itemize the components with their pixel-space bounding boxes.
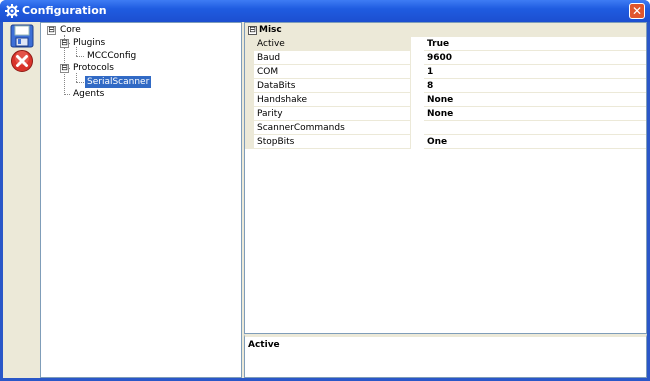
tree-connector — [76, 82, 84, 83]
property-row-databits[interactable]: DataBits 8 — [245, 79, 646, 93]
property-name: Baud — [245, 51, 411, 65]
category-toggle[interactable]: ⊟ — [248, 26, 257, 35]
property-gutter — [245, 65, 254, 79]
cancel-icon — [11, 50, 33, 72]
title-bar[interactable]: Configuration ✕ — [0, 0, 650, 22]
description-pane: Active — [244, 334, 647, 378]
configuration-window: Configuration ✕ ⊟ Core ⊟ Plugins MCCConf… — [0, 0, 650, 381]
description-title: Active — [248, 340, 280, 350]
property-value[interactable]: 1 — [424, 65, 646, 79]
property-gutter — [245, 107, 254, 121]
property-value[interactable]: True — [424, 37, 646, 51]
save-icon — [10, 24, 34, 48]
gear-icon — [5, 4, 19, 18]
property-row-parity[interactable]: Parity None — [245, 107, 646, 121]
save-button[interactable] — [10, 24, 34, 48]
property-gutter — [245, 135, 254, 149]
property-name: Active — [245, 37, 411, 51]
property-name: Parity — [245, 107, 411, 121]
property-name: StopBits — [245, 135, 411, 149]
property-name: ScannerCommands — [245, 121, 411, 135]
cancel-button[interactable] — [10, 49, 34, 73]
property-row-active[interactable]: Active True — [245, 37, 646, 51]
property-value[interactable]: None — [424, 107, 646, 121]
property-gutter — [245, 121, 254, 135]
tree-node-serialscanner[interactable]: SerialScanner — [85, 76, 152, 88]
tree-node-core[interactable]: Core — [58, 24, 83, 36]
property-name: DataBits — [245, 79, 411, 93]
property-gutter — [245, 37, 254, 51]
property-row-com[interactable]: COM 1 — [245, 65, 646, 79]
property-row-handshake[interactable]: Handshake None — [245, 93, 646, 107]
property-row-stopbits[interactable]: StopBits One — [245, 135, 646, 149]
property-value[interactable]: None — [424, 93, 646, 107]
property-gutter — [245, 51, 254, 65]
property-value[interactable]: 8 — [424, 79, 646, 93]
tree-connector — [64, 94, 70, 95]
property-row-scannercommands[interactable]: ScannerCommands — [245, 121, 646, 135]
property-name: Handshake — [245, 93, 411, 107]
close-icon: ✕ — [631, 4, 643, 18]
expander-protocols[interactable]: ⊟ — [60, 64, 69, 73]
toolbar — [3, 22, 39, 378]
tree-node-plugins[interactable]: Plugins — [71, 37, 107, 49]
expander-core[interactable]: ⊟ — [47, 26, 56, 35]
property-gutter — [245, 93, 254, 107]
property-grid[interactable]: ⊟ Misc Active True Baud 9600 COM 1 DataB… — [244, 22, 647, 334]
property-row-baud[interactable]: Baud 9600 — [245, 51, 646, 65]
tree-connector — [76, 73, 77, 82]
tree-node-mccconfig[interactable]: MCCConfig — [85, 50, 138, 62]
window-title: Configuration — [22, 4, 107, 17]
close-button[interactable]: ✕ — [629, 3, 645, 19]
tree-connector — [76, 56, 84, 57]
config-tree[interactable]: ⊟ Core ⊟ Plugins MCCConfig ⊟ Protocols S… — [40, 22, 242, 378]
property-value[interactable]: One — [424, 135, 646, 149]
property-value[interactable] — [424, 121, 646, 135]
category-label: Misc — [259, 25, 282, 35]
category-misc[interactable]: ⊟ Misc — [245, 23, 646, 37]
expander-plugins[interactable]: ⊟ — [60, 39, 69, 48]
client-area: ⊟ Core ⊟ Plugins MCCConfig ⊟ Protocols S… — [3, 22, 647, 378]
property-gutter — [245, 79, 254, 93]
property-value[interactable]: 9600 — [424, 51, 646, 65]
property-name: COM — [245, 65, 411, 79]
tree-node-protocols[interactable]: Protocols — [71, 62, 116, 74]
tree-node-agents[interactable]: Agents — [71, 88, 106, 100]
